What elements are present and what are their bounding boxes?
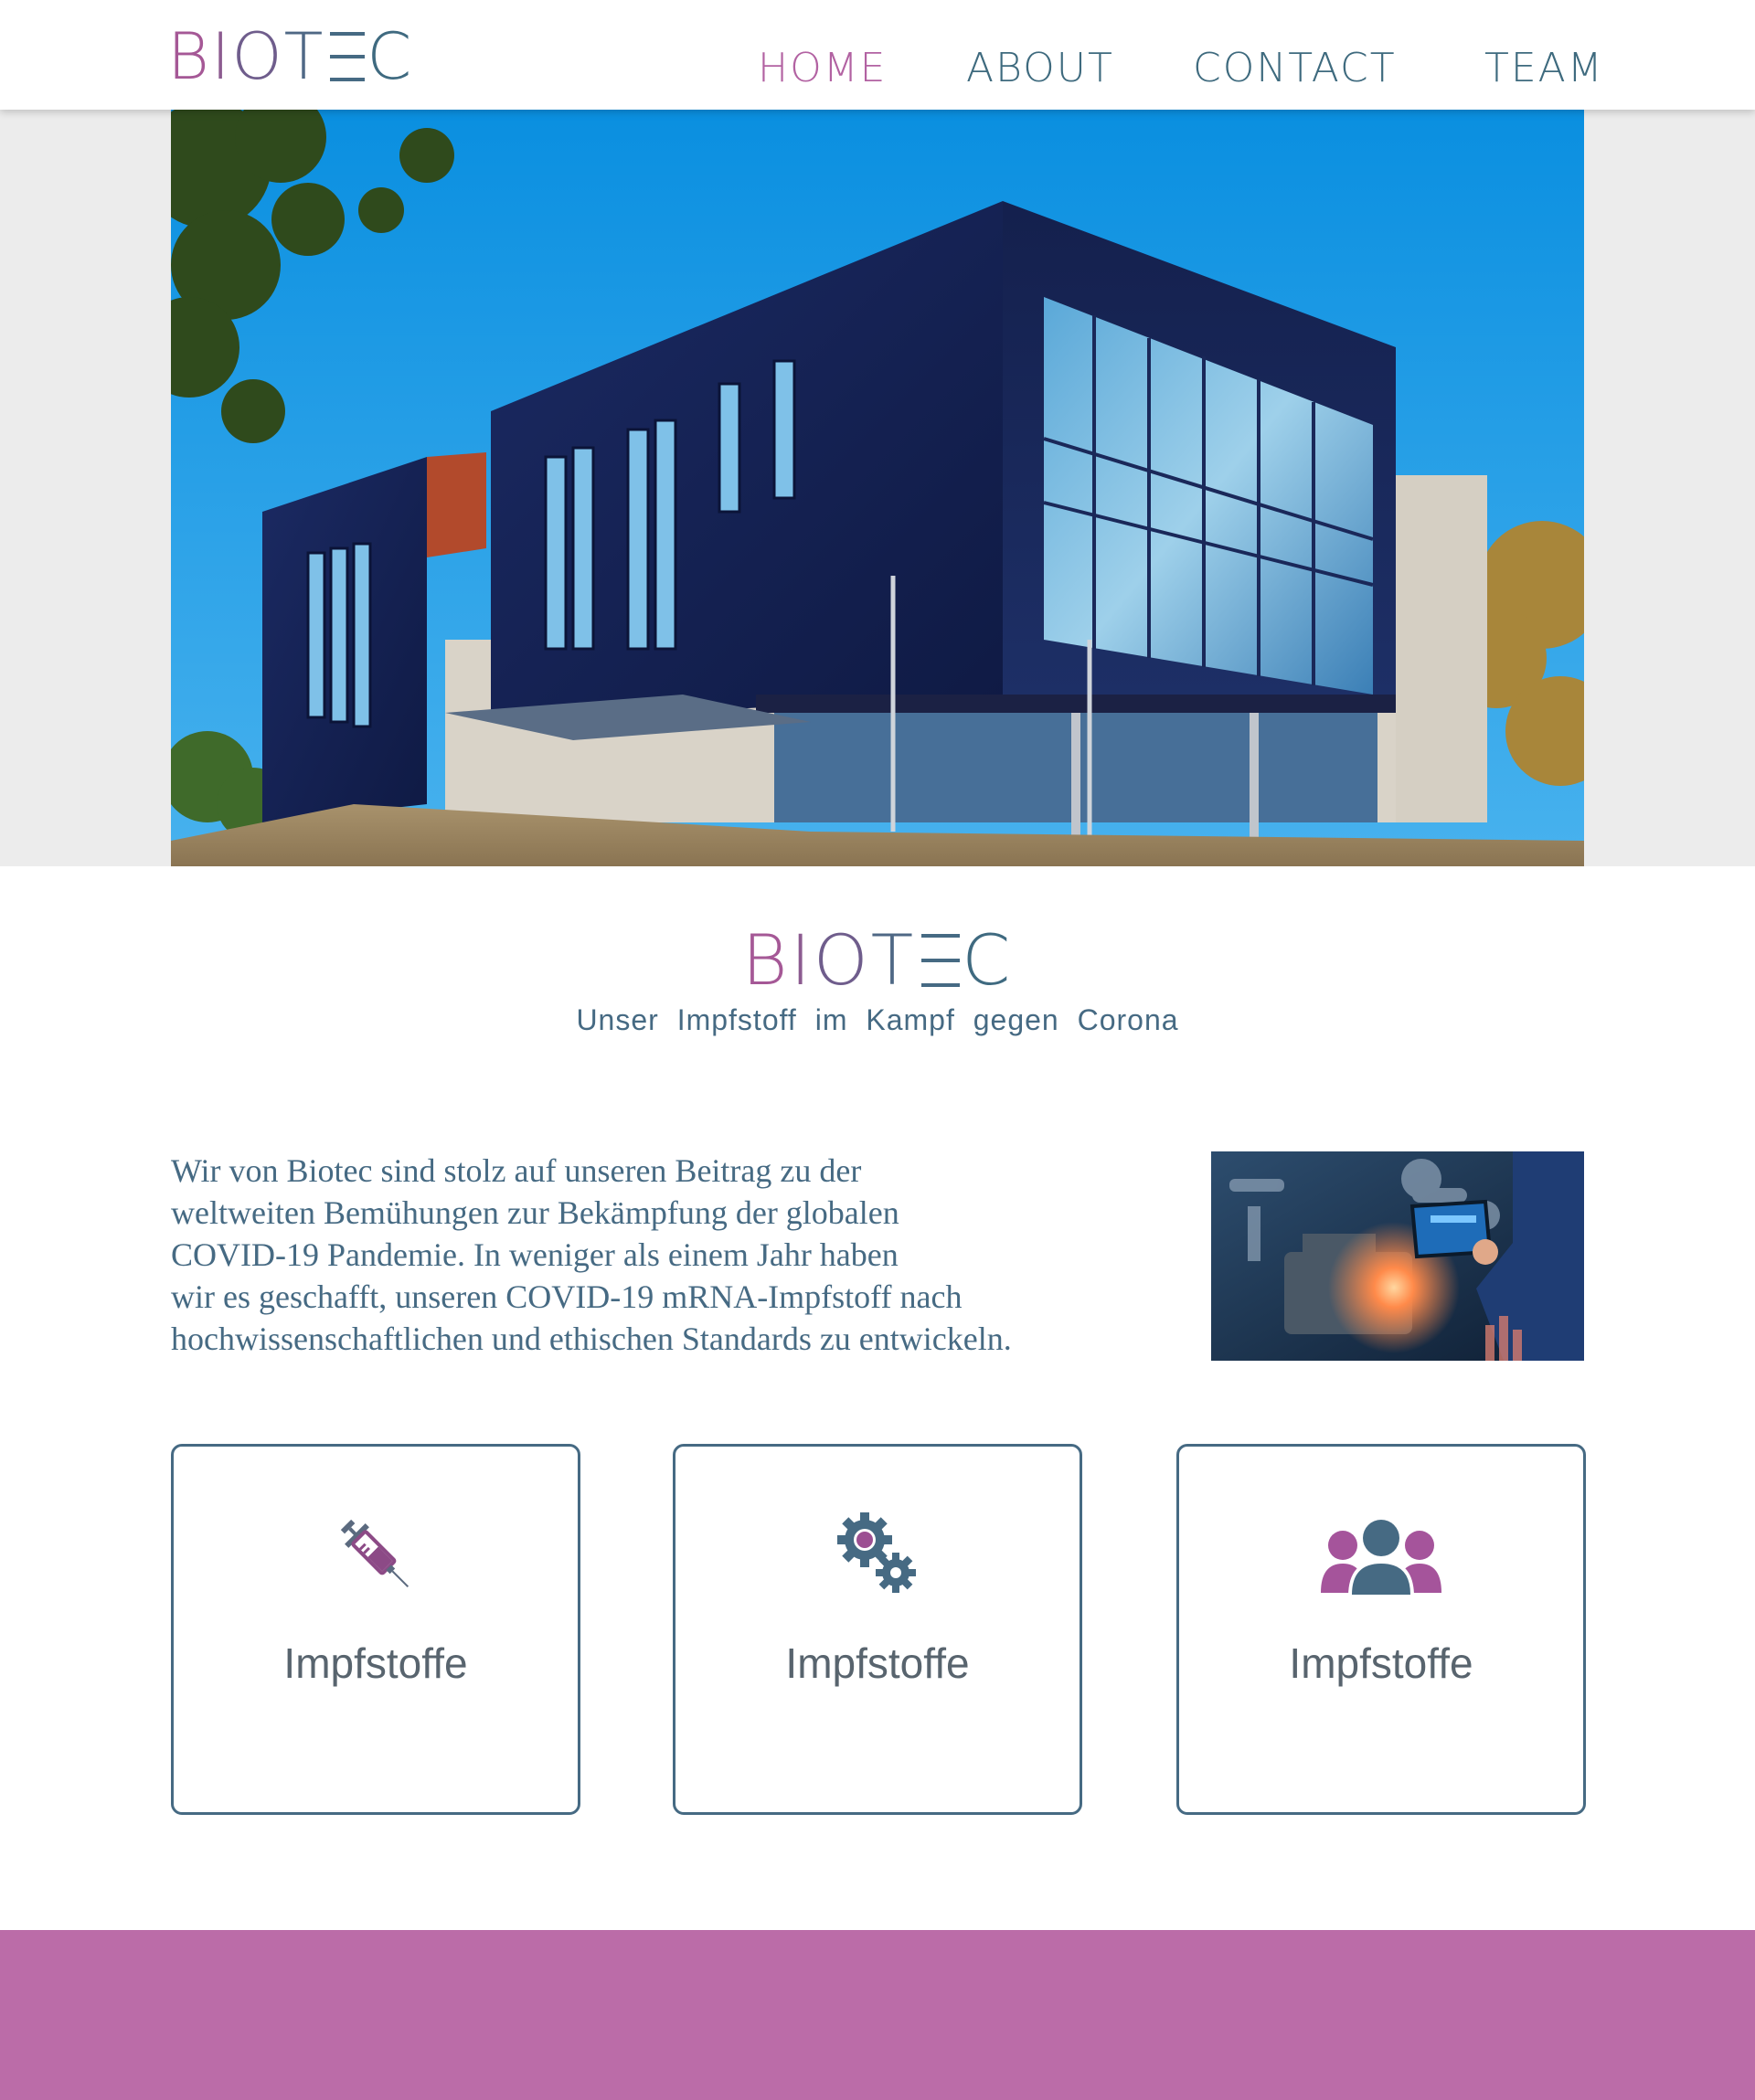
main-nav: HOME ABOUT CONTACT TEAM	[0, 41, 1755, 96]
title-logo-letter-i: I	[790, 919, 814, 1001]
card-team[interactable]: Impfstoffe	[1176, 1444, 1586, 1815]
nav-team[interactable]: TEAM	[1484, 41, 1604, 96]
title-logo-letter-t: T	[870, 919, 917, 1001]
intro-text: Wir von Biotec sind stolz auf unseren Be…	[171, 1150, 1131, 1360]
intro-line: weltweiten Bemühungen zur Bekämpfung der…	[171, 1194, 899, 1231]
site-footer	[0, 1930, 1755, 2100]
card-label: Impfstoffe	[1289, 1639, 1473, 1687]
title-logo-letter-c: C	[962, 919, 1014, 1001]
hero-building-image	[171, 110, 1584, 866]
syringe-icon	[174, 1511, 578, 1598]
intro-line: COVID-19 Pandemie. In weniger als einem …	[171, 1236, 899, 1273]
title-logo-letter-o: O	[813, 919, 871, 1001]
card-label: Impfstoffe	[785, 1639, 970, 1687]
card-research[interactable]: Impfstoffe	[673, 1444, 1082, 1815]
nav-home[interactable]: HOME	[758, 41, 887, 96]
tagline: Unser Impfstoff im Kampf gegen Corona	[576, 1003, 1179, 1036]
title-logo-letter-e	[916, 921, 962, 1000]
card-label: Impfstoffe	[283, 1639, 468, 1687]
intro-line: Wir von Biotec sind stolz auf unseren Be…	[171, 1152, 862, 1189]
nav-contact[interactable]: CONTACT	[1193, 41, 1397, 96]
title-logo: B I O T C	[0, 921, 1755, 1000]
intro-line: hochwissenschaftlichen und ethischen Sta…	[171, 1320, 1012, 1357]
lab-robot-image	[1211, 1151, 1584, 1361]
card-vaccines[interactable]: Impfstoffe	[171, 1444, 580, 1815]
intro-line: wir es geschafft, unseren COVID-19 mRNA-…	[171, 1278, 963, 1315]
nav-about[interactable]: ABOUT	[966, 41, 1114, 96]
title-logo-letter-b: B	[741, 919, 791, 1001]
gears-icon	[675, 1511, 1080, 1598]
site-header: B I O T C HOME ABOUT CONTACT TEAM	[0, 0, 1755, 110]
team-icon	[1179, 1511, 1583, 1598]
